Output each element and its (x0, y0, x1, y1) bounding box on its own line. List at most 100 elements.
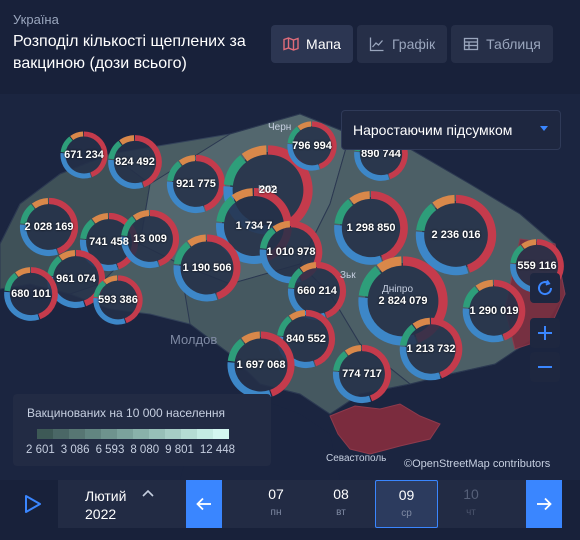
day-strip: 07 пн 08 вт 09 ср 10 чт (222, 480, 526, 528)
year-label: 2022 (85, 506, 117, 522)
legend-title: Вакцинованих на 10 000 населення (27, 406, 226, 420)
bubble-value-label: 1 697 068 (236, 359, 286, 371)
city-label-sevastopol: Севастополь (326, 453, 387, 464)
arrow-left-icon (196, 497, 211, 511)
color-legend: Вакцинованих на 10 000 населення 2 601 3… (13, 394, 271, 466)
table-icon (463, 37, 479, 51)
bubble-value-label: 2 236 016 (431, 229, 481, 241)
bubble-value-label: 671 234 (64, 149, 104, 161)
legend-swatch (53, 429, 69, 439)
play-icon (25, 495, 41, 513)
header: Україна Розподіл кількості щеплених за в… (0, 0, 580, 94)
bubble-value-label: 1 290 019 (469, 305, 519, 317)
prev-day-button[interactable] (186, 480, 222, 528)
day-09[interactable]: 09 ср (375, 480, 438, 528)
legend-tick: 8 080 (130, 444, 160, 456)
day-number: 10 (463, 486, 479, 502)
legend-swatch (213, 429, 229, 439)
app-root: Україна Розподіл кількості щеплених за в… (0, 0, 580, 540)
legend-tick: 2 601 (26, 444, 55, 456)
legend-tick: 12 448 (199, 444, 236, 456)
tab-table[interactable]: Таблиця (451, 25, 553, 63)
map-icon (283, 37, 299, 51)
next-day-button[interactable] (526, 480, 562, 528)
legend-swatch (85, 429, 101, 439)
month-label: Лютий (85, 488, 127, 504)
day-07[interactable]: 07 пн (246, 480, 306, 528)
day-weekday: вт (336, 507, 346, 518)
bubble-value-label: 1 213 732 (406, 343, 456, 355)
legend-swatch (181, 429, 197, 439)
bubble-value-label: 13 009 (133, 233, 167, 245)
legend-swatch (101, 429, 117, 439)
bubble-value-label: 2 028 169 (24, 221, 74, 233)
view-tabs: Мапа Графік Таблиця (271, 25, 553, 63)
arrow-right-icon (537, 497, 552, 511)
map-view[interactable]: Черн Київ Дніпро Зьк Молдов Севастополь … (0, 94, 580, 480)
day-number: 08 (333, 486, 349, 502)
legend-swatch (69, 429, 85, 439)
zoom-in-icon (538, 326, 552, 340)
bubble-value-label: 559 116 (517, 260, 557, 272)
refresh-button[interactable] (530, 273, 560, 303)
legend-ticks: 2 601 3 086 6 593 8 080 9 801 12 448 (26, 444, 235, 456)
city-label-zaporizhzhia: Зьк (340, 270, 356, 281)
legend-swatch (117, 429, 133, 439)
timeline-bar: Лютий 2022 07 пн 08 вт 09 ср 10 чт (0, 480, 580, 540)
zoom-in-button[interactable] (530, 318, 560, 348)
legend-swatch (197, 429, 213, 439)
bubble-value-label: 1 734 7 (235, 220, 273, 232)
bubble-value-label: 921 775 (176, 178, 216, 190)
zoom-out-icon (538, 366, 552, 368)
bubble-value-label: 824 492 (115, 156, 155, 168)
legend-tick: 6 593 (95, 444, 125, 456)
bubble-value-label: 660 214 (297, 285, 337, 297)
bubble-value-label: 840 552 (286, 333, 326, 345)
day-10: 10 чт (441, 480, 501, 528)
bubble-value-label: 1 190 506 (182, 262, 232, 274)
bubble-value-label: 796 994 (292, 140, 332, 152)
page-title: Розподіл кількості щеплених за вакциною … (13, 33, 246, 72)
day-number: 07 (268, 486, 284, 502)
refresh-icon (538, 279, 553, 296)
tab-chart[interactable]: Графік (356, 25, 448, 63)
bubble-value-label: 2 824 079 (378, 295, 428, 307)
bubble-value-label: 593 386 (98, 294, 138, 306)
legend-color-scale (37, 429, 229, 439)
zoom-out-button[interactable] (530, 352, 560, 382)
legend-swatch (37, 429, 53, 439)
bubble-value-label: 961 074 (56, 273, 96, 285)
mode-select-value: Наростаючим підсумком (353, 122, 513, 138)
tab-map[interactable]: Мапа (271, 25, 353, 63)
region-label: Україна (13, 12, 59, 27)
country-label-moldova: Молдов (170, 332, 218, 347)
legend-swatch (133, 429, 149, 439)
legend-tick: 3 086 (60, 444, 90, 456)
tab-chart-label: Графік (391, 36, 436, 52)
chevron-up-icon (142, 489, 154, 497)
legend-swatch (165, 429, 181, 439)
map-attribution[interactable]: ©OpenStreetMap contributors (404, 458, 550, 470)
bubble-value-label: 1 010 978 (266, 246, 316, 258)
month-picker[interactable]: Лютий 2022 (58, 480, 186, 528)
chart-icon (369, 37, 384, 52)
day-weekday: ср (401, 508, 412, 519)
day-08[interactable]: 08 вт (311, 480, 371, 528)
bubble-value-label: 202 (258, 184, 278, 196)
tab-table-label: Таблиця (486, 36, 541, 52)
legend-swatch (149, 429, 165, 439)
day-weekday: чт (466, 507, 476, 518)
bubble-value-label: 741 458 (89, 236, 129, 248)
bubble-value-label: 1 298 850 (346, 222, 396, 234)
tab-map-label: Мапа (306, 36, 341, 52)
bubble-value-label: 774 717 (342, 368, 382, 380)
mode-select[interactable]: Наростаючим підсумком (341, 110, 561, 150)
city-label-chernihiv: Черн (268, 122, 292, 133)
chevron-down-icon (540, 126, 548, 131)
day-number: 09 (398, 487, 415, 503)
play-button[interactable] (13, 480, 53, 528)
bubble-value-label: 680 101 (11, 288, 51, 300)
legend-tick: 9 801 (165, 444, 194, 456)
day-weekday: пн (270, 507, 282, 518)
city-label-dnipro: Дніпро (382, 284, 414, 295)
